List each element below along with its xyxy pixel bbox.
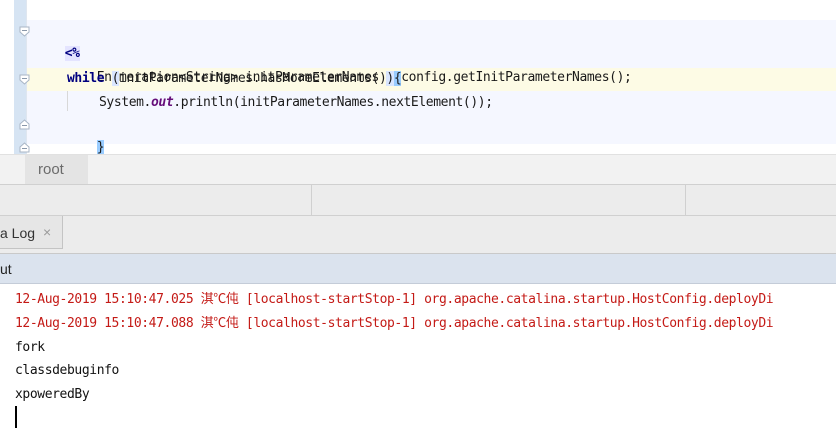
code-prefix: System. <box>99 95 151 110</box>
text-caret <box>15 406 17 428</box>
console-line: 12-Aug-2019 15:10:47.025 淇℃伅 [localhost-… <box>15 292 774 307</box>
paren-close: ) <box>386 71 394 86</box>
breadcrumb-arrow <box>75 155 87 183</box>
code-line-4[interactable]: } <box>67 115 105 154</box>
tab-log[interactable]: a Log × <box>0 216 63 249</box>
code-suffix: .println(initParameterNames.nextElement(… <box>173 95 493 110</box>
code-condition: initParameterNames.hasMoreElements() <box>119 71 387 86</box>
code-line-2[interactable]: while (initParameterNames.hasMoreElement… <box>67 68 402 90</box>
brace-open: { <box>393 71 402 86</box>
toolbar-divider <box>685 185 686 216</box>
code-line-1[interactable]: Enumeration<String> initParameterNames =… <box>67 45 632 85</box>
fold-open-icon[interactable] <box>19 74 30 85</box>
console-line: xpoweredBy <box>15 387 90 402</box>
panel-toolbar <box>0 184 836 216</box>
breadcrumb: root <box>0 154 836 184</box>
brace-close: } <box>96 140 105 154</box>
fold-close-icon[interactable] <box>19 142 30 153</box>
code-editor[interactable]: <% Enumeration<String> initParameterName… <box>0 0 836 154</box>
tab-log-label: a Log <box>0 225 36 241</box>
console-line: classdebuginfo <box>15 363 119 378</box>
toolbar-divider <box>311 185 312 216</box>
tool-window-tabs: a Log × <box>0 216 836 254</box>
breadcrumb-label: root <box>38 161 64 178</box>
code-line-close-tag[interactable]: %> <box>35 139 80 154</box>
console-line: 12-Aug-2019 15:10:47.088 淇℃伅 [localhost-… <box>15 316 774 331</box>
while-keyword: while <box>67 71 105 86</box>
code-line-open-tag[interactable]: <% <box>35 21 80 61</box>
console-line: fork <box>15 340 45 355</box>
console-output[interactable]: 12-Aug-2019 15:10:47.025 淇℃伅 [localhost-… <box>0 284 836 445</box>
fold-open-icon[interactable] <box>19 26 30 37</box>
code-line-3[interactable]: System.out.println(initParameterNames.ne… <box>99 92 493 114</box>
paren-open: ( <box>111 71 120 86</box>
output-header-label: ut <box>0 261 12 277</box>
close-icon[interactable]: × <box>43 224 51 240</box>
output-header: ut <box>0 254 836 284</box>
static-field-out: out <box>151 95 174 110</box>
fold-close-icon[interactable] <box>19 119 30 130</box>
